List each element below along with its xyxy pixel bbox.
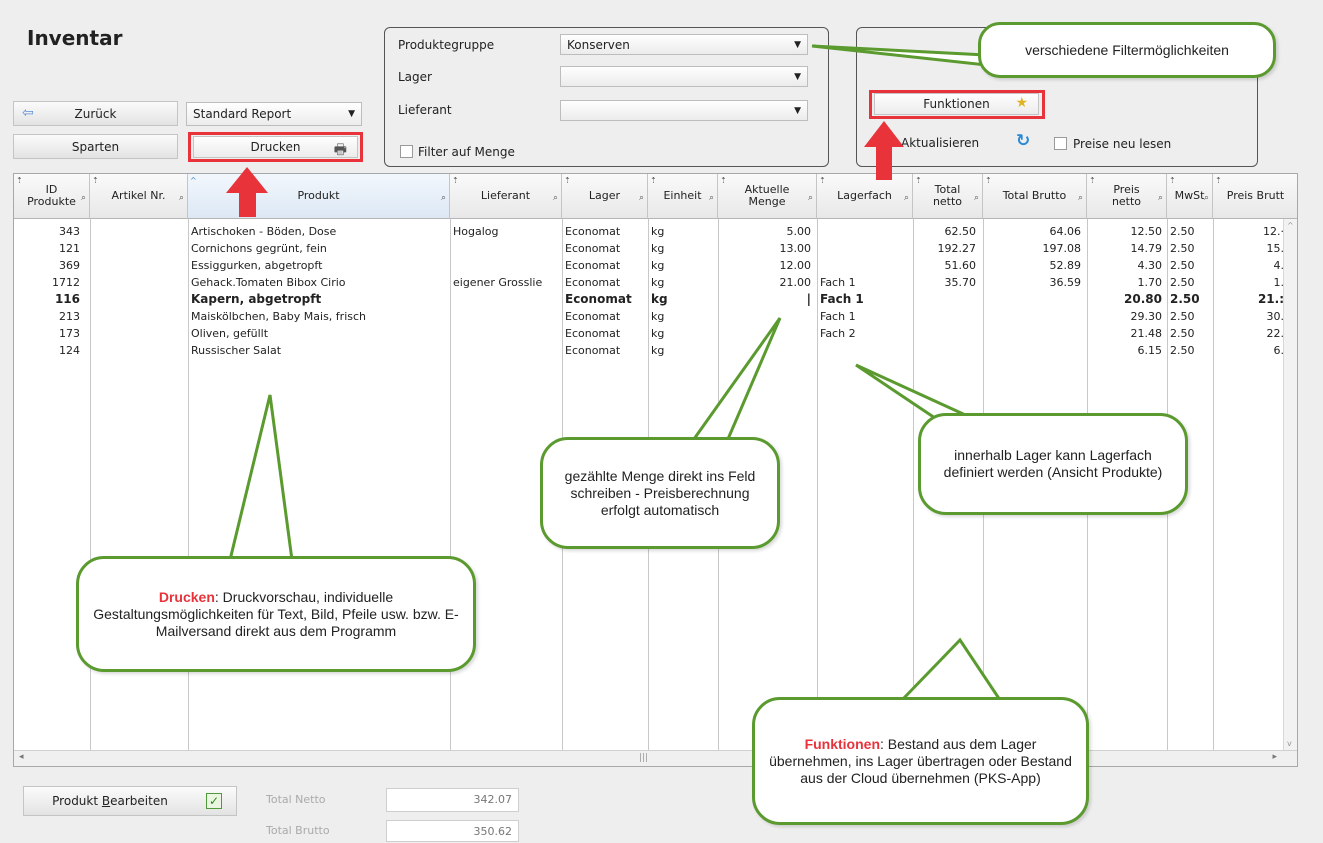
filter-callout: verschiedene Filtermöglichkeiten xyxy=(978,22,1276,78)
drucken-callout-pointer xyxy=(228,394,294,562)
menge-callout: gezählte Menge direkt ins Feld schreiben… xyxy=(540,437,780,549)
print-arrow xyxy=(226,167,268,217)
funktionen-callout-title: Funktionen xyxy=(804,735,880,752)
drucken-callout: Drucken: Druckvorschau, individuelle Ges… xyxy=(76,556,476,672)
funktionen-arrow xyxy=(864,121,904,180)
funktionen-callout-pointer xyxy=(898,637,1003,702)
lagerfach-callout: innerhalb Lager kann Lagerfach definiert… xyxy=(918,413,1188,515)
drucken-callout-title: Drucken xyxy=(158,588,215,605)
lagerfach-callout-pointer xyxy=(855,363,973,420)
funktionen-callout: Funktionen: Bestand aus dem Lager überne… xyxy=(752,697,1089,825)
filter-callout-pointer xyxy=(811,44,988,67)
menge-callout-pointer xyxy=(691,317,782,441)
drucken-callout-text: : Druckvorschau, individuelle Gestaltung… xyxy=(93,588,459,639)
